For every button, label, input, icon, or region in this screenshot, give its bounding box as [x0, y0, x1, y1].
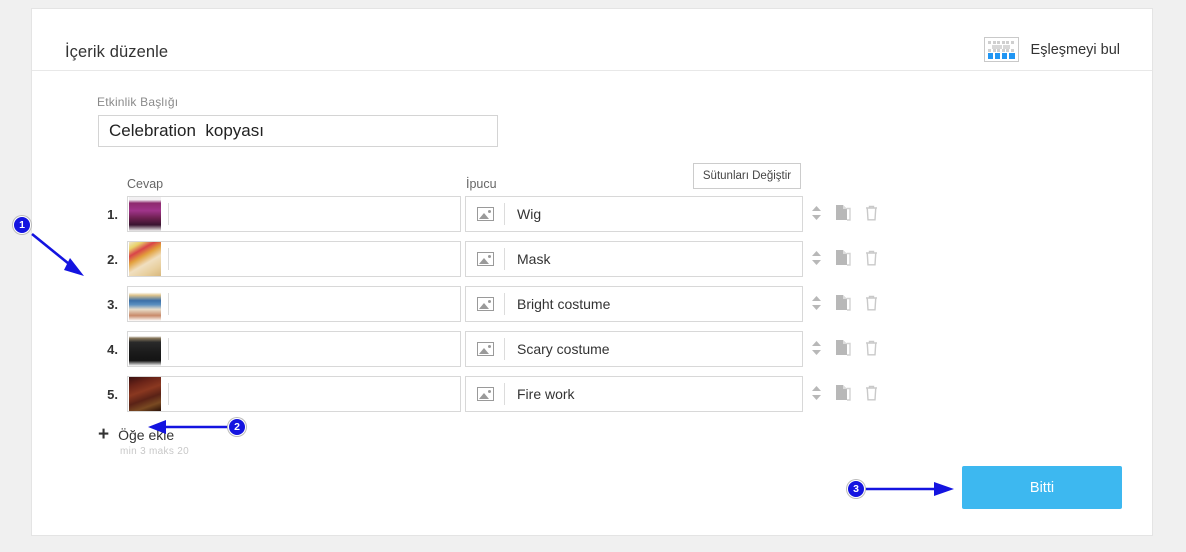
- add-item-label: Öğe ekle: [118, 426, 175, 443]
- image-placeholder-icon[interactable]: [477, 297, 494, 311]
- column-header-hint: İpucu: [466, 177, 497, 191]
- hint-value: Bright costume: [517, 296, 611, 312]
- switch-columns-button[interactable]: Sütunları Değiştir: [693, 163, 801, 189]
- duplicate-icon[interactable]: [836, 294, 851, 311]
- image-placeholder-icon[interactable]: [477, 342, 494, 356]
- image-placeholder-icon[interactable]: [477, 207, 494, 221]
- cell-divider: [168, 203, 169, 225]
- trash-icon[interactable]: [865, 205, 878, 221]
- hint-input-4[interactable]: Scary costume: [465, 331, 803, 367]
- trash-icon[interactable]: [865, 250, 878, 266]
- answer-input-1[interactable]: [127, 196, 461, 232]
- table-row: 2. Mask: [32, 240, 1152, 285]
- cell-divider: [504, 338, 505, 360]
- answer-input-3[interactable]: [127, 286, 461, 322]
- sort-updown-icon[interactable]: [811, 205, 822, 221]
- trash-icon[interactable]: [865, 385, 878, 401]
- hint-input-5[interactable]: Fire work: [465, 376, 803, 412]
- hint-value: Mask: [517, 251, 551, 267]
- done-button[interactable]: Bitti: [962, 466, 1122, 509]
- cell-divider: [504, 248, 505, 270]
- cell-divider: [504, 293, 505, 315]
- dark-robed-figure-thumbnail: [129, 332, 161, 366]
- find-match-label: Eşleşmeyi bul: [1030, 41, 1120, 58]
- row-number: 5.: [107, 387, 118, 402]
- sort-updown-icon[interactable]: [811, 250, 822, 266]
- duplicate-icon[interactable]: [836, 384, 851, 401]
- trash-icon[interactable]: [865, 295, 878, 311]
- fireworks-thumbnail: [129, 377, 161, 411]
- row-number: 1.: [107, 207, 118, 222]
- hint-value: Fire work: [517, 386, 575, 402]
- cell-divider: [168, 248, 169, 270]
- find-match-button[interactable]: Eşleşmeyi bul: [983, 37, 1120, 62]
- table-row: 5. Fire work: [32, 375, 1152, 420]
- answer-input-5[interactable]: [127, 376, 461, 412]
- sort-updown-icon[interactable]: [811, 295, 822, 311]
- row-actions: [811, 204, 878, 221]
- cell-divider: [504, 383, 505, 405]
- cell-divider: [504, 203, 505, 225]
- row-actions: [811, 339, 878, 356]
- sort-updown-icon[interactable]: [811, 340, 822, 356]
- content-editor-card: İçerik düzenle Eşleşmeyi bul Etkinlik Ba…: [31, 8, 1153, 536]
- matching-grid-icon: [983, 37, 1019, 62]
- hint-input-3[interactable]: Bright costume: [465, 286, 803, 322]
- row-actions: [811, 249, 878, 266]
- add-item-button[interactable]: + Öğe ekle: [98, 425, 174, 444]
- rows-container: 1. Wig 2. Mask 3. Bright costume 4. Scar…: [32, 195, 1152, 420]
- cell-divider: [168, 383, 169, 405]
- duplicate-icon[interactable]: [836, 249, 851, 266]
- hint-input-1[interactable]: Wig: [465, 196, 803, 232]
- column-header-answer: Cevap: [127, 177, 164, 191]
- item-count-constraint: min 3 maks 20: [120, 446, 189, 457]
- image-placeholder-icon[interactable]: [477, 252, 494, 266]
- row-number: 2.: [107, 252, 118, 267]
- hint-value: Wig: [517, 206, 542, 222]
- hint-value: Scary costume: [517, 341, 610, 357]
- cell-divider: [168, 338, 169, 360]
- row-actions: [811, 294, 878, 311]
- page-title: İçerik düzenle: [65, 43, 169, 61]
- row-actions: [811, 384, 878, 401]
- table-row: 4. Scary costume: [32, 330, 1152, 375]
- image-placeholder-icon[interactable]: [477, 387, 494, 401]
- colorful-mask-thumbnail: [129, 242, 161, 276]
- activity-title-input[interactable]: [98, 115, 498, 147]
- table-row: 3. Bright costume: [32, 285, 1152, 330]
- trash-icon[interactable]: [865, 340, 878, 356]
- table-row: 1. Wig: [32, 195, 1152, 240]
- purple-haired-character-thumbnail: [129, 197, 161, 231]
- card-header: İçerik düzenle Eşleşmeyi bul: [32, 9, 1152, 71]
- duplicate-icon[interactable]: [836, 339, 851, 356]
- bright-costume-figure-thumbnail: [129, 287, 161, 321]
- answer-input-2[interactable]: [127, 241, 461, 277]
- sort-updown-icon[interactable]: [811, 385, 822, 401]
- annotation-1-badge: 1: [13, 216, 31, 234]
- row-number: 3.: [107, 297, 118, 312]
- duplicate-icon[interactable]: [836, 204, 851, 221]
- cell-divider: [168, 293, 169, 315]
- plus-icon: +: [98, 424, 110, 445]
- activity-title-label: Etkinlik Başlığı: [97, 95, 179, 109]
- hint-input-2[interactable]: Mask: [465, 241, 803, 277]
- answer-input-4[interactable]: [127, 331, 461, 367]
- row-number: 4.: [107, 342, 118, 357]
